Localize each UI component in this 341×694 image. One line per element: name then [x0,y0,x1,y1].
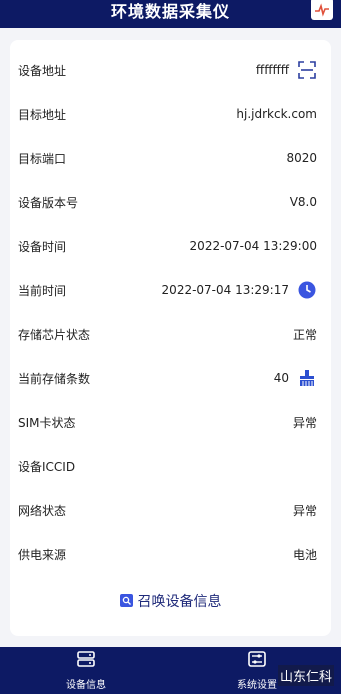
tab-label: 设备信息 [66,679,106,691]
row-label: 设备版本号 [18,195,79,210]
row-label: 设备ICCID [18,459,76,474]
power-source-value: 电池 [292,547,317,562]
sim-status-value: 异常 [292,415,317,430]
row-sim-status: SIM卡状态 异常 [18,407,317,437]
search-doc-icon [119,592,133,611]
clock-icon[interactable] [297,280,317,300]
row-stored-records: 当前存储条数 40 [18,363,317,393]
row-current-time: 当前时间 2022-07-04 13:29:17 [18,275,317,305]
page-title: 环境数据采集仪 [110,2,230,21]
tab-label: 系统设置 [237,679,277,691]
tab-device-info[interactable]: 设备信息 [46,647,126,694]
row-label: 设备时间 [18,239,67,254]
row-label: 设备地址 [18,63,67,78]
watermark: 山东仁科 [277,665,334,686]
target-port-value: 8020 [286,151,317,165]
row-label: 当前存储条数 [18,371,91,386]
row-firmware-version: 设备版本号 V8.0 [18,187,317,217]
recall-button-label: 召唤设备信息 [137,594,222,610]
firmware-version-value: V8.0 [289,195,317,209]
target-address-value: hj.jdrkck.com [236,107,317,121]
row-network-status: 网络状态 异常 [18,495,317,525]
row-label: 存储芯片状态 [18,327,91,342]
network-status-value: 异常 [292,503,317,518]
device-info-card: 设备地址 ffffffff 目标地址 hj.jdrkck.com 目标端口 80… [10,40,331,636]
chart-pulse-icon[interactable] [311,0,333,20]
app-header: 环境数据采集仪 [0,0,341,28]
current-time-value: 2022-07-04 13:29:17 [161,283,289,297]
row-device-address: 设备地址 ffffffff [18,55,317,85]
clear-brush-icon[interactable] [297,368,317,388]
row-label: 网络状态 [18,503,67,518]
stored-records-value: 40 [273,371,289,385]
row-label: 当前时间 [18,283,67,298]
row-storage-chip-status: 存储芯片状态 正常 [18,319,317,349]
row-label: SIM卡状态 [18,415,76,430]
row-iccid: 设备ICCID [18,451,317,481]
row-label: 目标地址 [18,107,67,122]
device-time-value: 2022-07-04 13:29:00 [189,239,317,253]
row-device-time: 设备时间 2022-07-04 13:29:00 [18,231,317,261]
row-label: 供电来源 [18,547,67,562]
row-label: 目标端口 [18,151,67,166]
bottom-tab-bar: 设备信息 系统设置 山东仁科 [0,647,341,694]
device-info-icon [77,650,95,671]
row-target-address: 目标地址 hj.jdrkck.com [18,99,317,129]
row-target-port: 目标端口 8020 [18,143,317,173]
recall-device-info-button[interactable]: 召唤设备信息 [10,590,331,612]
settings-sliders-icon [248,650,266,671]
device-address-value: ffffffff [255,63,289,77]
storage-chip-status-value: 正常 [292,327,317,342]
scan-icon[interactable] [297,60,317,80]
row-power-source: 供电来源 电池 [18,539,317,569]
